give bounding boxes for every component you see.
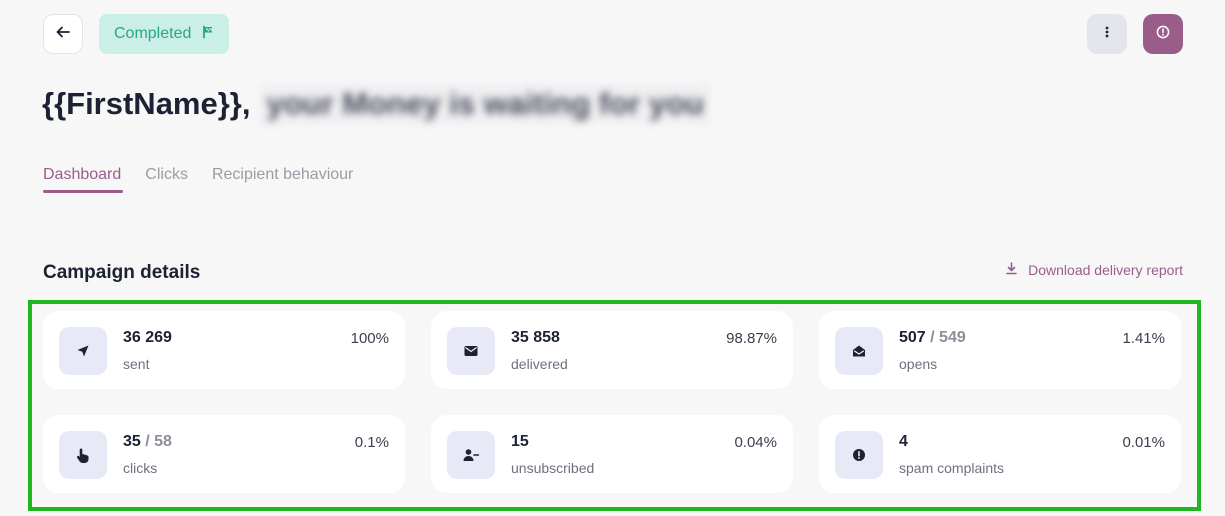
pointer-hand-icon — [59, 431, 107, 479]
stat-value: 4 — [899, 433, 908, 450]
stat-value: 36 269 — [123, 329, 172, 346]
stat-card-delivered: 35 858 delivered 98.87% — [431, 311, 793, 389]
title-blurred-text: your Money is waiting for you — [260, 84, 710, 124]
section-title: Campaign details — [43, 262, 201, 283]
stat-value: 507 / 549 — [899, 329, 966, 346]
tab-dashboard[interactable]: Dashboard — [43, 166, 124, 193]
stat-percent: 1.41% — [1122, 330, 1165, 347]
flag-icon — [201, 25, 215, 44]
stat-card-sent: 36 269 sent 100% — [43, 311, 405, 389]
arrow-left-icon — [55, 24, 71, 45]
mail-icon — [447, 327, 495, 375]
tab-bar: Dashboard Clicks Recipient behaviour — [43, 166, 353, 193]
campaign-page: Completed {{FirstName}}, your Money is w… — [0, 0, 1225, 516]
title-prefix: {{FirstName}}, — [42, 86, 251, 121]
campaign-title: {{FirstName}}, your Money is waiting for… — [42, 84, 710, 124]
mail-open-icon — [835, 327, 883, 375]
stat-percent: 0.1% — [354, 434, 389, 451]
download-icon — [1005, 262, 1018, 278]
stat-value: 15 — [511, 433, 529, 450]
stat-value: 35 / 58 — [123, 433, 172, 450]
back-button[interactable] — [43, 14, 83, 54]
status-badge: Completed — [99, 14, 230, 54]
stat-card-unsubscribed: 15 unsubscribed 0.04% — [431, 415, 793, 493]
stat-label: sent — [123, 356, 150, 372]
stat-percent: 98.87% — [726, 330, 777, 347]
download-report-link[interactable]: Download delivery report — [1005, 262, 1183, 278]
info-button[interactable] — [1143, 14, 1183, 54]
stat-label: spam complaints — [899, 460, 1005, 476]
stat-percent: 0.04% — [734, 434, 777, 451]
tab-clicks[interactable]: Clicks — [145, 166, 188, 193]
stat-percent: 100% — [350, 330, 389, 347]
download-label: Download delivery report — [1028, 262, 1183, 278]
stat-label: clicks — [123, 460, 158, 476]
more-options-button[interactable] — [1087, 14, 1127, 54]
stat-label: unsubscribed — [511, 460, 595, 476]
send-icon — [59, 327, 107, 375]
stat-card-opens: 507 / 549 opens 1.41% — [819, 311, 1181, 389]
stat-card-clicks: 35 / 58 clicks 0.1% — [43, 415, 405, 493]
stat-label: delivered — [511, 356, 568, 372]
stat-value: 35 858 — [511, 329, 560, 346]
info-circle-icon — [1156, 25, 1170, 44]
stat-card-spam-complaints: 4 spam complaints 0.01% — [819, 415, 1181, 493]
tab-recipient-behaviour[interactable]: Recipient behaviour — [212, 166, 353, 193]
alert-circle-icon — [835, 431, 883, 479]
stat-label: opens — [899, 356, 938, 372]
status-label: Completed — [114, 25, 192, 42]
more-vertical-icon — [1105, 25, 1109, 44]
stat-percent: 0.01% — [1122, 434, 1165, 451]
user-minus-icon — [447, 431, 495, 479]
